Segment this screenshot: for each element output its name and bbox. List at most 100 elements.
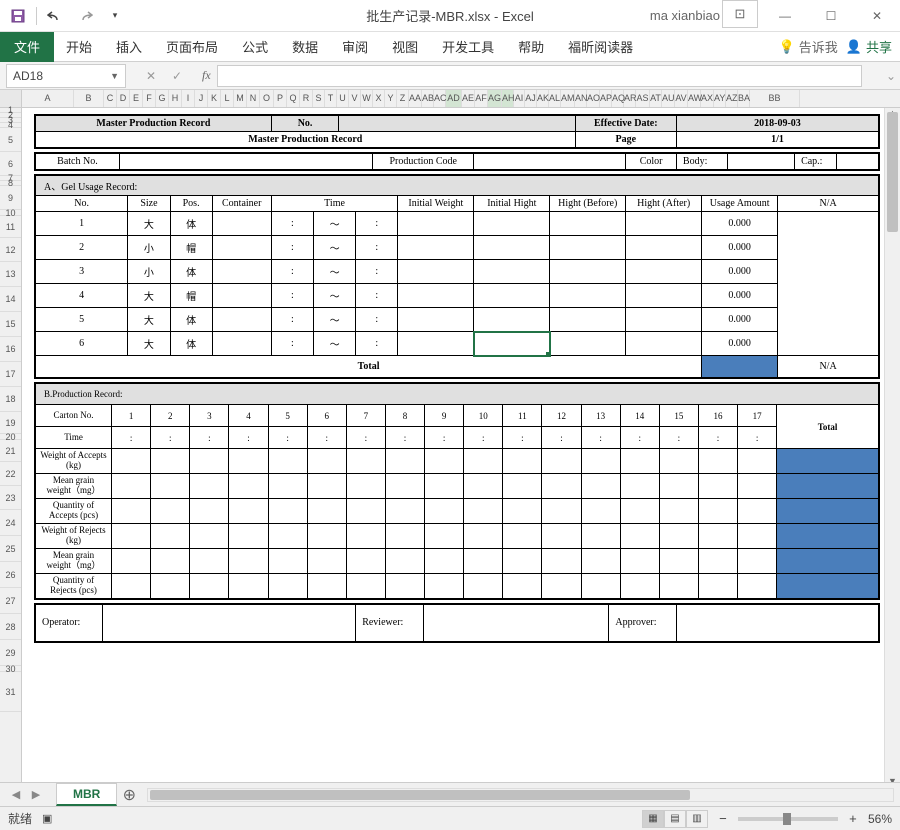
row-header[interactable]: 14: [0, 287, 21, 312]
table-cell[interactable]: [190, 449, 229, 474]
enter-formula-button[interactable]: ✓: [166, 65, 188, 87]
table-cell[interactable]: [425, 524, 464, 549]
total-cell[interactable]: [777, 499, 879, 524]
table-cell[interactable]: 0.000: [702, 212, 778, 236]
table-cell[interactable]: [112, 524, 151, 549]
table-cell[interactable]: [620, 474, 659, 499]
table-cell[interactable]: [698, 574, 737, 599]
table-cell[interactable]: [229, 449, 268, 474]
row-header[interactable]: 5: [0, 128, 21, 152]
table-cell[interactable]: [698, 549, 737, 574]
zoom-out-button[interactable]: −: [716, 811, 730, 826]
table-cell[interactable]: [464, 549, 503, 574]
table-cell[interactable]: [398, 260, 474, 284]
table-cell[interactable]: :: [190, 427, 229, 449]
table-cell[interactable]: [581, 474, 620, 499]
table-cell[interactable]: [346, 549, 385, 574]
table-cell[interactable]: [659, 549, 698, 574]
file-tab[interactable]: 文件: [0, 32, 54, 62]
table-cell[interactable]: [550, 260, 626, 284]
row-header[interactable]: 21: [0, 440, 21, 462]
total-cell[interactable]: [777, 474, 879, 499]
table-cell[interactable]: [626, 308, 702, 332]
column-header[interactable]: K: [208, 90, 221, 107]
column-header[interactable]: AC: [434, 90, 446, 107]
table-cell[interactable]: [738, 549, 777, 574]
table-cell[interactable]: [738, 449, 777, 474]
horizontal-scrollbar[interactable]: [147, 788, 894, 802]
table-cell[interactable]: [464, 574, 503, 599]
table-cell[interactable]: :: [271, 236, 313, 260]
total-cell[interactable]: [777, 449, 879, 474]
minimize-button[interactable]: —: [762, 0, 808, 32]
table-cell[interactable]: [542, 549, 581, 574]
column-header[interactable]: AZ: [726, 90, 738, 107]
formula-input[interactable]: [217, 65, 862, 87]
table-cell[interactable]: 大: [128, 308, 170, 332]
zoom-in-button[interactable]: +: [846, 811, 860, 826]
table-cell[interactable]: [229, 549, 268, 574]
column-header[interactable]: N: [247, 90, 260, 107]
table-cell[interactable]: [346, 499, 385, 524]
table-cell[interactable]: [346, 574, 385, 599]
table-cell[interactable]: [268, 574, 307, 599]
column-header[interactable]: AY: [714, 90, 726, 107]
ribbon-tab-home[interactable]: 开始: [54, 31, 104, 62]
table-cell[interactable]: [112, 574, 151, 599]
table-cell[interactable]: 2: [151, 405, 190, 427]
table-cell[interactable]: [398, 332, 474, 356]
table-cell[interactable]: [474, 284, 550, 308]
table-cell[interactable]: [385, 474, 424, 499]
table-cell[interactable]: [190, 549, 229, 574]
table-cell[interactable]: [698, 499, 737, 524]
table-cell[interactable]: [398, 236, 474, 260]
table-cell[interactable]: [738, 474, 777, 499]
table-cell[interactable]: ～: [313, 236, 355, 260]
column-header[interactable]: C: [104, 90, 117, 107]
column-header[interactable]: AQ: [612, 90, 624, 107]
table-cell[interactable]: 0.000: [702, 236, 778, 260]
table-cell[interactable]: :: [229, 427, 268, 449]
row-header[interactable]: 17: [0, 362, 21, 387]
table-cell[interactable]: [307, 574, 346, 599]
column-header[interactable]: BA: [738, 90, 750, 107]
table-cell[interactable]: [151, 549, 190, 574]
column-header[interactable]: F: [143, 90, 156, 107]
table-cell[interactable]: :: [620, 427, 659, 449]
table-cell[interactable]: [112, 499, 151, 524]
table-cell[interactable]: [620, 449, 659, 474]
table-cell[interactable]: 体: [170, 308, 212, 332]
table-cell[interactable]: [626, 260, 702, 284]
table-cell[interactable]: 8: [385, 405, 424, 427]
column-header[interactable]: T: [325, 90, 337, 107]
row-header[interactable]: 29: [0, 640, 21, 666]
column-header[interactable]: U: [337, 90, 349, 107]
table-cell[interactable]: [425, 549, 464, 574]
table-cell[interactable]: 4: [229, 405, 268, 427]
table-cell[interactable]: 5: [268, 405, 307, 427]
column-header[interactable]: AO: [587, 90, 600, 107]
table-cell[interactable]: 帽: [170, 284, 212, 308]
table-cell[interactable]: [229, 574, 268, 599]
table-cell[interactable]: [190, 499, 229, 524]
table-cell[interactable]: [581, 524, 620, 549]
column-header[interactable]: AM: [561, 90, 575, 107]
scroll-thumb[interactable]: [887, 112, 898, 232]
table-cell[interactable]: [581, 574, 620, 599]
table-cell[interactable]: :: [271, 284, 313, 308]
column-header[interactable]: Y: [385, 90, 397, 107]
table-cell[interactable]: ～: [313, 332, 355, 356]
row-header[interactable]: 25: [0, 536, 21, 562]
table-cell[interactable]: [698, 474, 737, 499]
table-cell[interactable]: [503, 524, 542, 549]
table-cell[interactable]: [464, 474, 503, 499]
table-cell[interactable]: [503, 574, 542, 599]
table-cell[interactable]: :: [464, 427, 503, 449]
table-cell[interactable]: :: [151, 427, 190, 449]
table-cell[interactable]: [503, 474, 542, 499]
save-button[interactable]: [4, 4, 32, 28]
table-cell[interactable]: 大: [128, 332, 170, 356]
column-header[interactable]: AL: [549, 90, 561, 107]
table-cell[interactable]: [738, 574, 777, 599]
table-cell[interactable]: :: [112, 427, 151, 449]
